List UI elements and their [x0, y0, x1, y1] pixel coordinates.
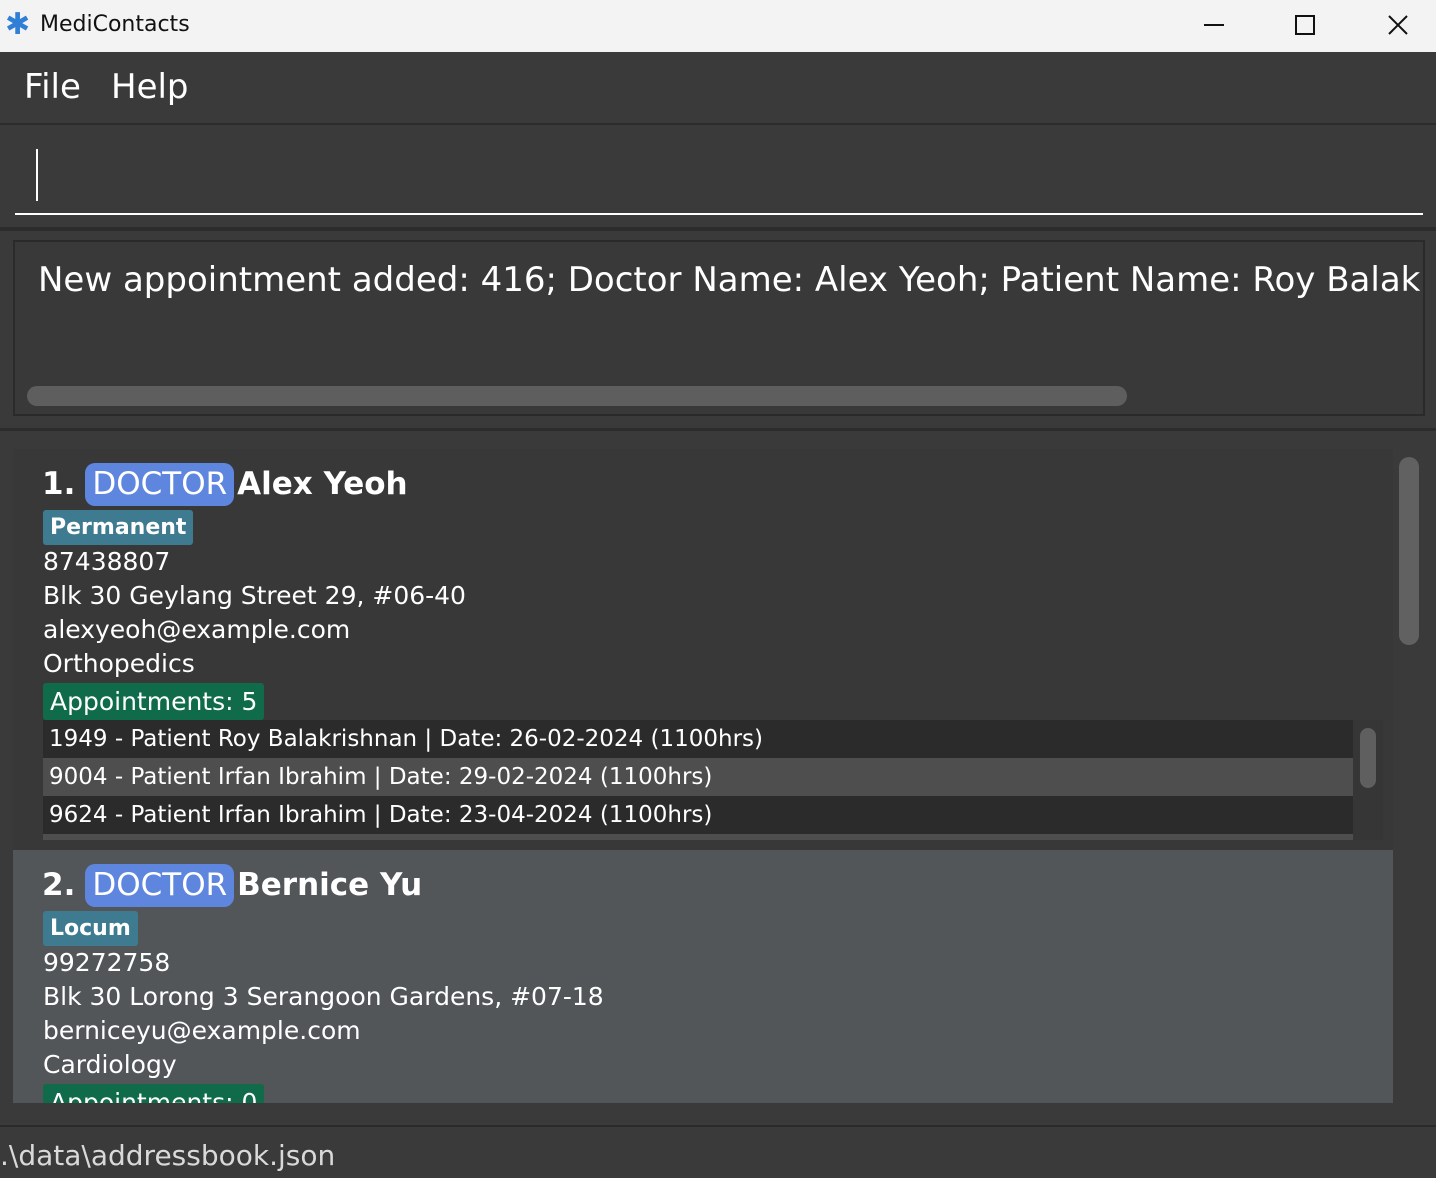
- title-bar: ✱ MediContacts: [0, 0, 1436, 52]
- appointments-count-badge: Appointments: 0: [43, 1084, 265, 1103]
- menu-help[interactable]: Help: [111, 67, 189, 107]
- specialty: Cardiology: [43, 1050, 177, 1079]
- address: Blk 30 Lorong 3 Serangoon Gardens, #07-1…: [43, 982, 604, 1011]
- minimize-icon: [1204, 24, 1224, 26]
- person-index: 2.: [42, 867, 76, 903]
- role-badge: DOCTOR: [85, 462, 235, 506]
- person-card[interactable]: 1. DOCTOR Alex Yeoh Permanent 87438807 B…: [13, 449, 1393, 850]
- result-display: New appointment added: 416; Doctor Name:…: [0, 231, 1436, 431]
- status-bar: .\data\addressbook.json: [0, 1125, 1436, 1178]
- appointment-scrollbar[interactable]: [1353, 720, 1383, 840]
- card-header: 2. DOCTOR Bernice Yu: [42, 862, 422, 908]
- appointment-list[interactable]: 1949 - Patient Roy Balakrishnan | Date: …: [43, 720, 1383, 840]
- appointments-count-badge: Appointments: 5: [43, 683, 265, 720]
- maximize-icon: [1295, 15, 1315, 35]
- person-card[interactable]: 2. DOCTOR Bernice Yu Locum 99272758 Blk …: [13, 850, 1393, 1103]
- person-list-scrollbar[interactable]: [1399, 457, 1419, 645]
- minimize-button[interactable]: [1168, 0, 1260, 50]
- card-header: 1. DOCTOR Alex Yeoh: [42, 461, 408, 507]
- data-file-path: .\data\addressbook.json: [0, 1139, 336, 1172]
- specialty: Orthopedics: [43, 649, 195, 678]
- appointment-item[interactable]: 9624 - Patient Irfan Ibrahim | Date: 23-…: [43, 796, 1353, 834]
- result-horizontal-scrollbar[interactable]: [27, 386, 1127, 406]
- employment-tag: Locum: [43, 911, 138, 946]
- command-box: [0, 125, 1436, 231]
- phone-number: 87438807: [43, 547, 171, 576]
- person-index: 1.: [42, 466, 76, 502]
- appointment-item-partial: [43, 834, 1353, 840]
- person-list[interactable]: 1. DOCTOR Alex Yeoh Permanent 87438807 B…: [13, 449, 1393, 1103]
- appointment-item[interactable]: 1949 - Patient Roy Balakrishnan | Date: …: [43, 720, 1353, 758]
- close-icon: [1388, 15, 1408, 35]
- caduceus-icon: ✱: [5, 7, 31, 42]
- address: Blk 30 Geylang Street 29, #06-40: [43, 581, 466, 610]
- menu-file[interactable]: File: [24, 67, 81, 107]
- person-name: Bernice Yu: [237, 867, 423, 903]
- result-text-area[interactable]: New appointment added: 416; Doctor Name:…: [13, 240, 1425, 416]
- employment-tag: Permanent: [43, 510, 194, 545]
- email: berniceyu@example.com: [43, 1016, 361, 1045]
- phone-number: 99272758: [43, 948, 171, 977]
- appointment-item[interactable]: 9004 - Patient Irfan Ibrahim | Date: 29-…: [43, 758, 1353, 796]
- person-name: Alex Yeoh: [237, 466, 408, 502]
- command-input[interactable]: [15, 139, 1423, 215]
- maximize-button[interactable]: [1259, 0, 1351, 50]
- text-caret: [36, 149, 38, 201]
- email: alexyeoh@example.com: [43, 615, 351, 644]
- role-badge: DOCTOR: [85, 863, 235, 907]
- appointment-scrollbar-thumb[interactable]: [1360, 728, 1376, 788]
- window-title: MediContacts: [40, 12, 190, 37]
- close-button[interactable]: [1352, 0, 1436, 50]
- menu-bar: File Help: [0, 53, 1436, 125]
- result-message: New appointment added: 416; Doctor Name:…: [38, 260, 1425, 300]
- person-list-panel: 1. DOCTOR Alex Yeoh Permanent 87438807 B…: [0, 431, 1436, 1123]
